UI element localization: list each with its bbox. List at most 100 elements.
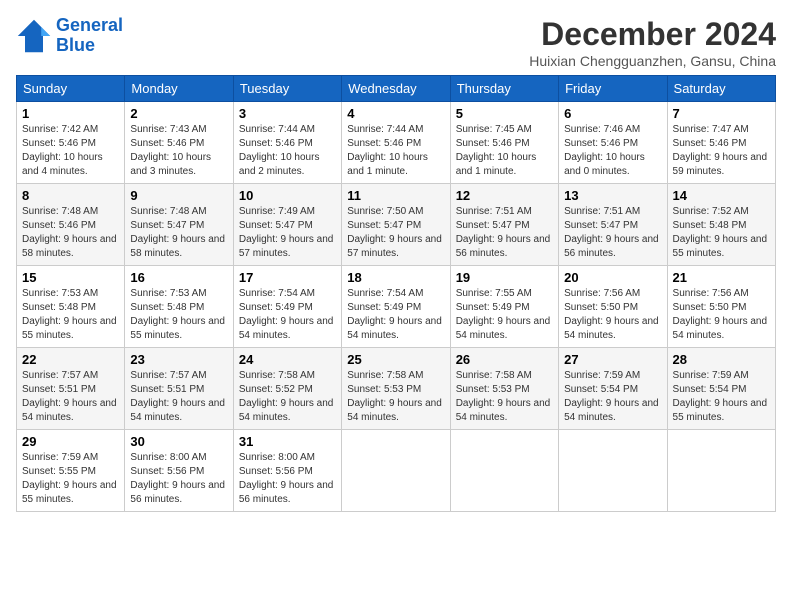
day-cell: 13 Sunrise: 7:51 AMSunset: 5:47 PMDayligh… bbox=[559, 184, 667, 266]
location-subtitle: Huixian Chengguanzhen, Gansu, China bbox=[529, 53, 776, 69]
day-number: 22 bbox=[22, 352, 119, 367]
title-block: December 2024 Huixian Chengguanzhen, Gan… bbox=[529, 16, 776, 69]
col-header-saturday: Saturday bbox=[667, 76, 775, 102]
col-header-tuesday: Tuesday bbox=[233, 76, 341, 102]
day-info: Sunrise: 7:51 AMSunset: 5:47 PMDaylight:… bbox=[456, 205, 553, 261]
day-number: 26 bbox=[456, 352, 553, 367]
day-info: Sunrise: 7:59 AMSunset: 5:54 PMDaylight:… bbox=[673, 369, 770, 425]
day-number: 30 bbox=[130, 434, 227, 449]
day-number: 6 bbox=[564, 106, 661, 121]
day-info: Sunrise: 7:51 AMSunset: 5:47 PMDaylight:… bbox=[564, 205, 661, 261]
day-info: Sunrise: 7:42 AMSunset: 5:46 PMDaylight:… bbox=[22, 123, 119, 179]
day-number: 4 bbox=[347, 106, 444, 121]
day-info: Sunrise: 7:56 AMSunset: 5:50 PMDaylight:… bbox=[673, 287, 770, 343]
day-number: 16 bbox=[130, 270, 227, 285]
day-number: 12 bbox=[456, 188, 553, 203]
day-cell: 18Sunrise: 7:54 AMSunset: 5:49 PMDayligh… bbox=[342, 266, 450, 348]
day-number: 21 bbox=[673, 270, 770, 285]
day-info: Sunrise: 7:54 AMSunset: 5:49 PMDaylight:… bbox=[347, 287, 444, 343]
day-info: Sunrise: 7:53 AMSunset: 5:48 PMDaylight:… bbox=[130, 287, 227, 343]
day-info: Sunrise: 7:52 AMSunset: 5:48 PMDaylight:… bbox=[673, 205, 770, 261]
week-row-3: 15 Sunrise: 7:53 AMSunset: 5:48 PMDayligh… bbox=[17, 266, 776, 348]
day-cell bbox=[342, 430, 450, 512]
day-info: Sunrise: 7:43 AMSunset: 5:46 PMDaylight:… bbox=[130, 123, 227, 179]
day-number: 9 bbox=[130, 188, 227, 203]
day-cell: 7Sunrise: 7:47 AMSunset: 5:46 PMDaylight… bbox=[667, 102, 775, 184]
logo-icon bbox=[16, 18, 52, 54]
day-info: Sunrise: 7:57 AMSunset: 5:51 PMDaylight:… bbox=[130, 369, 227, 425]
day-info: Sunrise: 7:54 AMSunset: 5:49 PMDaylight:… bbox=[239, 287, 336, 343]
day-cell: 17 Sunrise: 7:54 AMSunset: 5:49 PMDayligh… bbox=[233, 266, 341, 348]
day-number: 29 bbox=[22, 434, 119, 449]
day-cell: 8 Sunrise: 7:48 AMSunset: 5:46 PMDaylight… bbox=[17, 184, 125, 266]
day-cell: 6 Sunrise: 7:46 AMSunset: 5:46 PMDaylight… bbox=[559, 102, 667, 184]
day-cell: 11 Sunrise: 7:50 AMSunset: 5:47 PMDayligh… bbox=[342, 184, 450, 266]
day-cell: 2 Sunrise: 7:43 AMSunset: 5:46 PMDaylight… bbox=[125, 102, 233, 184]
day-number: 2 bbox=[130, 106, 227, 121]
day-number: 3 bbox=[239, 106, 336, 121]
day-info: Sunrise: 7:47 AMSunset: 5:46 PMDaylight:… bbox=[673, 123, 770, 179]
day-cell: 25Sunrise: 7:58 AMSunset: 5:53 PMDayligh… bbox=[342, 348, 450, 430]
day-number: 28 bbox=[673, 352, 770, 367]
day-cell: 31 Sunrise: 8:00 AMSunset: 5:56 PMDayligh… bbox=[233, 430, 341, 512]
day-cell: 5Sunrise: 7:45 AMSunset: 5:46 PMDaylight… bbox=[450, 102, 558, 184]
day-number: 17 bbox=[239, 270, 336, 285]
day-number: 10 bbox=[239, 188, 336, 203]
day-number: 8 bbox=[22, 188, 119, 203]
day-info: Sunrise: 8:00 AMSunset: 5:56 PMDaylight:… bbox=[239, 451, 336, 507]
week-row-4: 22 Sunrise: 7:57 AMSunset: 5:51 PMDayligh… bbox=[17, 348, 776, 430]
logo: General Blue bbox=[16, 16, 123, 56]
day-info: Sunrise: 7:49 AMSunset: 5:47 PMDaylight:… bbox=[239, 205, 336, 261]
day-number: 31 bbox=[239, 434, 336, 449]
calendar-table: SundayMondayTuesdayWednesdayThursdayFrid… bbox=[16, 75, 776, 512]
col-header-friday: Friday bbox=[559, 76, 667, 102]
week-row-1: 1 Sunrise: 7:42 AMSunset: 5:46 PMDaylight… bbox=[17, 102, 776, 184]
calendar-header-row: SundayMondayTuesdayWednesdayThursdayFrid… bbox=[17, 76, 776, 102]
day-cell: 4 Sunrise: 7:44 AMSunset: 5:46 PMDaylight… bbox=[342, 102, 450, 184]
day-info: Sunrise: 7:59 AMSunset: 5:55 PMDaylight:… bbox=[22, 451, 119, 507]
day-cell: 22Sunrise: 7:57 AMSunset: 5:51 PMDayligh… bbox=[17, 348, 125, 430]
col-header-thursday: Thursday bbox=[450, 76, 558, 102]
day-number: 11 bbox=[347, 188, 444, 203]
day-cell: 27 Sunrise: 7:59 AMSunset: 5:54 PMDayligh… bbox=[559, 348, 667, 430]
day-cell bbox=[450, 430, 558, 512]
day-number: 15 bbox=[22, 270, 119, 285]
day-number: 14 bbox=[673, 188, 770, 203]
day-cell: 14 Sunrise: 7:52 AMSunset: 5:48 PMDayligh… bbox=[667, 184, 775, 266]
day-cell: 3 Sunrise: 7:44 AMSunset: 5:46 PMDaylight… bbox=[233, 102, 341, 184]
day-cell: 26 Sunrise: 7:58 AMSunset: 5:53 PMDayligh… bbox=[450, 348, 558, 430]
day-info: Sunrise: 7:44 AMSunset: 5:46 PMDaylight:… bbox=[347, 123, 444, 179]
day-cell: 9 Sunrise: 7:48 AMSunset: 5:47 PMDaylight… bbox=[125, 184, 233, 266]
day-number: 1 bbox=[22, 106, 119, 121]
logo-line1: General bbox=[56, 15, 123, 35]
day-cell: 24 Sunrise: 7:58 AMSunset: 5:52 PMDayligh… bbox=[233, 348, 341, 430]
day-cell: 29 Sunrise: 7:59 AMSunset: 5:55 PMDayligh… bbox=[17, 430, 125, 512]
day-cell: 12 Sunrise: 7:51 AMSunset: 5:47 PMDayligh… bbox=[450, 184, 558, 266]
day-number: 20 bbox=[564, 270, 661, 285]
day-info: Sunrise: 7:58 AMSunset: 5:52 PMDaylight:… bbox=[239, 369, 336, 425]
day-cell: 28 Sunrise: 7:59 AMSunset: 5:54 PMDayligh… bbox=[667, 348, 775, 430]
day-info: Sunrise: 7:58 AMSunset: 5:53 PMDaylight:… bbox=[456, 369, 553, 425]
day-cell: 21 Sunrise: 7:56 AMSunset: 5:50 PMDayligh… bbox=[667, 266, 775, 348]
day-info: Sunrise: 7:56 AMSunset: 5:50 PMDaylight:… bbox=[564, 287, 661, 343]
day-number: 13 bbox=[564, 188, 661, 203]
week-row-5: 29 Sunrise: 7:59 AMSunset: 5:55 PMDayligh… bbox=[17, 430, 776, 512]
day-number: 27 bbox=[564, 352, 661, 367]
page-header: General Blue December 2024 Huixian Cheng… bbox=[16, 16, 776, 69]
day-info: Sunrise: 7:45 AMSunset: 5:46 PMDaylight:… bbox=[456, 123, 553, 179]
day-info: Sunrise: 7:53 AMSunset: 5:48 PMDaylight:… bbox=[22, 287, 119, 343]
day-cell: 15 Sunrise: 7:53 AMSunset: 5:48 PMDayligh… bbox=[17, 266, 125, 348]
week-row-2: 8 Sunrise: 7:48 AMSunset: 5:46 PMDaylight… bbox=[17, 184, 776, 266]
day-number: 24 bbox=[239, 352, 336, 367]
day-info: Sunrise: 7:59 AMSunset: 5:54 PMDaylight:… bbox=[564, 369, 661, 425]
day-cell: 16 Sunrise: 7:53 AMSunset: 5:48 PMDayligh… bbox=[125, 266, 233, 348]
col-header-wednesday: Wednesday bbox=[342, 76, 450, 102]
day-info: Sunrise: 7:55 AMSunset: 5:49 PMDaylight:… bbox=[456, 287, 553, 343]
day-info: Sunrise: 7:46 AMSunset: 5:46 PMDaylight:… bbox=[564, 123, 661, 179]
day-info: Sunrise: 7:44 AMSunset: 5:46 PMDaylight:… bbox=[239, 123, 336, 179]
day-number: 23 bbox=[130, 352, 227, 367]
col-header-monday: Monday bbox=[125, 76, 233, 102]
day-info: Sunrise: 7:48 AMSunset: 5:46 PMDaylight:… bbox=[22, 205, 119, 261]
day-info: Sunrise: 7:50 AMSunset: 5:47 PMDaylight:… bbox=[347, 205, 444, 261]
day-info: Sunrise: 7:48 AMSunset: 5:47 PMDaylight:… bbox=[130, 205, 227, 261]
